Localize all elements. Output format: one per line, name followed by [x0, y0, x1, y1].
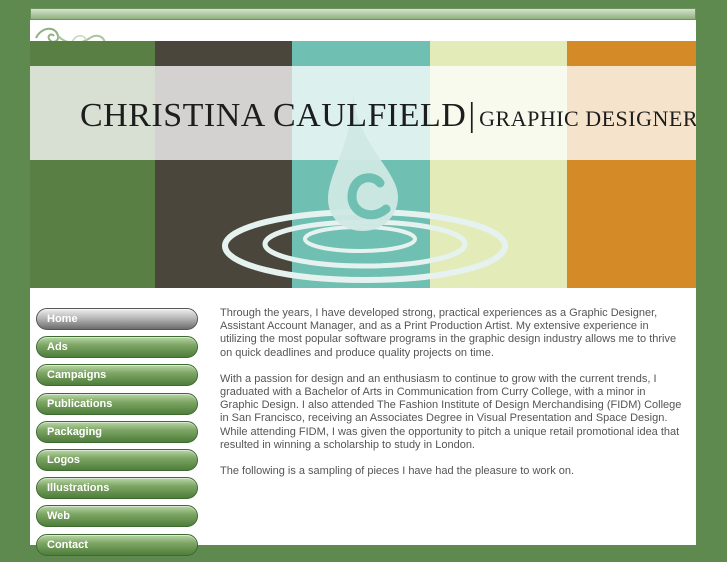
- nav-item-logos[interactable]: Logos: [36, 448, 198, 471]
- designer-name: CHRISTINA CAULFIELD: [80, 97, 467, 134]
- title-separator: |: [468, 97, 476, 134]
- header-ornament-area: [30, 20, 696, 49]
- designer-role: GRAPHIC DESIGNER: [479, 106, 696, 131]
- intro-paragraph: Through the years, I have developed stro…: [220, 307, 677, 359]
- page-container: CHRISTINA CAULFIELD| GRAPHIC DESIGNER Hom…: [30, 20, 696, 556]
- nav-item-home[interactable]: Home: [36, 308, 198, 330]
- sampling-paragraph: The following is a sampling of pieces I …: [220, 465, 575, 478]
- water-drop-logo-icon: [222, 86, 508, 283]
- top-bar: [30, 8, 696, 20]
- nav-item-web[interactable]: Web: [36, 505, 198, 528]
- nav-item-publications[interactable]: Publications: [36, 392, 198, 415]
- site-title: CHRISTINA CAULFIELD| GRAPHIC DESIGNER: [80, 97, 696, 135]
- nav-item-packaging[interactable]: Packaging: [36, 420, 198, 443]
- nav-item-ads[interactable]: Ads: [36, 336, 198, 359]
- main-content: Through the years, I have developed stro…: [220, 307, 684, 491]
- header-banner: CHRISTINA CAULFIELD| GRAPHIC DESIGNER: [30, 41, 696, 288]
- nav-item-campaigns[interactable]: Campaigns: [36, 364, 198, 387]
- education-paragraph: With a passion for design and an enthusi…: [220, 372, 682, 451]
- nav-item-illustrations[interactable]: Illustrations: [36, 477, 198, 500]
- sidebar-nav: Home Ads Campaigns Publications Packagin…: [36, 308, 198, 562]
